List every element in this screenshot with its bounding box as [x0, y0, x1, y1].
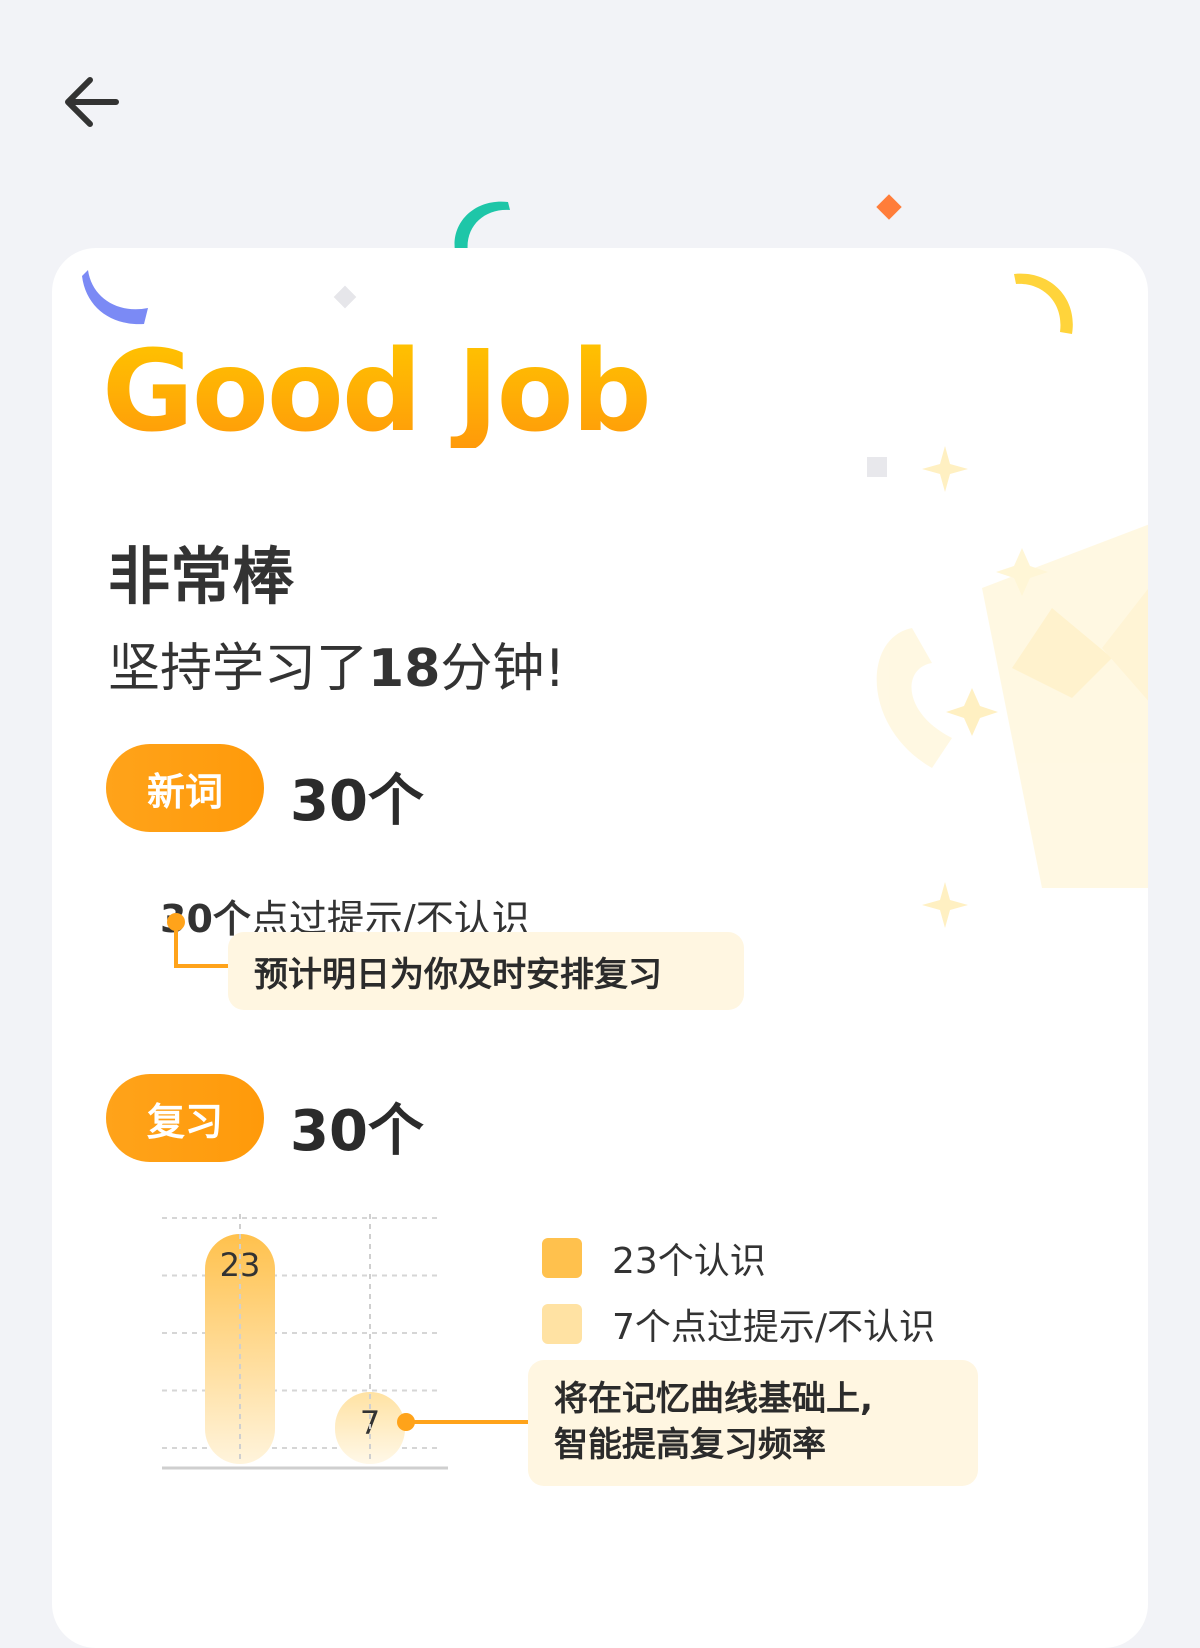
study-suffix: 分钟!: [440, 639, 566, 699]
review-callout-line1: 将在记忆曲线基础上,: [554, 1379, 873, 1419]
study-prefix: 坚持学习了: [108, 639, 369, 699]
review-callout: 将在记忆曲线基础上, 智能提高复习频率: [528, 1360, 978, 1486]
legend-item-unknown: 7个点过提示/不认识: [542, 1298, 935, 1350]
review-bar-chart: 237: [162, 1214, 448, 1470]
review-callout-line2: 智能提高复习频率: [554, 1425, 826, 1465]
review-count: 30个: [290, 1099, 424, 1164]
new-words-badge: 新词: [106, 744, 264, 832]
review-badge: 复习: [106, 1074, 264, 1162]
review-connector-line: [397, 1413, 532, 1431]
legend-swatch-unknown: [542, 1304, 582, 1344]
new-words-callout: 预计明日为你及时安排复习: [228, 932, 744, 1010]
legend-label-unknown: 7个点过提示/不认识: [612, 1307, 936, 1348]
confetti-yellow-icon: [1014, 273, 1073, 334]
legend-item-known: 23个认识: [542, 1232, 766, 1284]
legend-swatch-known: [542, 1238, 582, 1278]
confetti-blue-icon: [82, 270, 148, 325]
good-job-title: Good Job: [102, 327, 652, 457]
confetti-grey-icon: [333, 285, 357, 309]
arrow-left-icon: [65, 77, 119, 127]
study-duration: 坚持学习了18分钟!: [108, 626, 565, 701]
confetti-orange-icon: [876, 194, 902, 220]
trophy-icon: [876, 524, 1148, 888]
sparkle-icon: [922, 882, 968, 928]
result-card: Good Job 非常棒 坚持学习了18分钟! 新词 30个 30个点过提示/不…: [52, 248, 1148, 1648]
new-words-count: 30个: [290, 769, 424, 834]
connector-line: [167, 913, 228, 968]
back-button[interactable]: [56, 66, 128, 138]
study-minutes: 18: [368, 639, 441, 699]
sparkle-icon: [922, 446, 968, 492]
legend-label-known: 23个认识: [612, 1241, 766, 1282]
headline: 非常棒: [108, 540, 295, 613]
confetti-grey-icon: [867, 457, 887, 477]
